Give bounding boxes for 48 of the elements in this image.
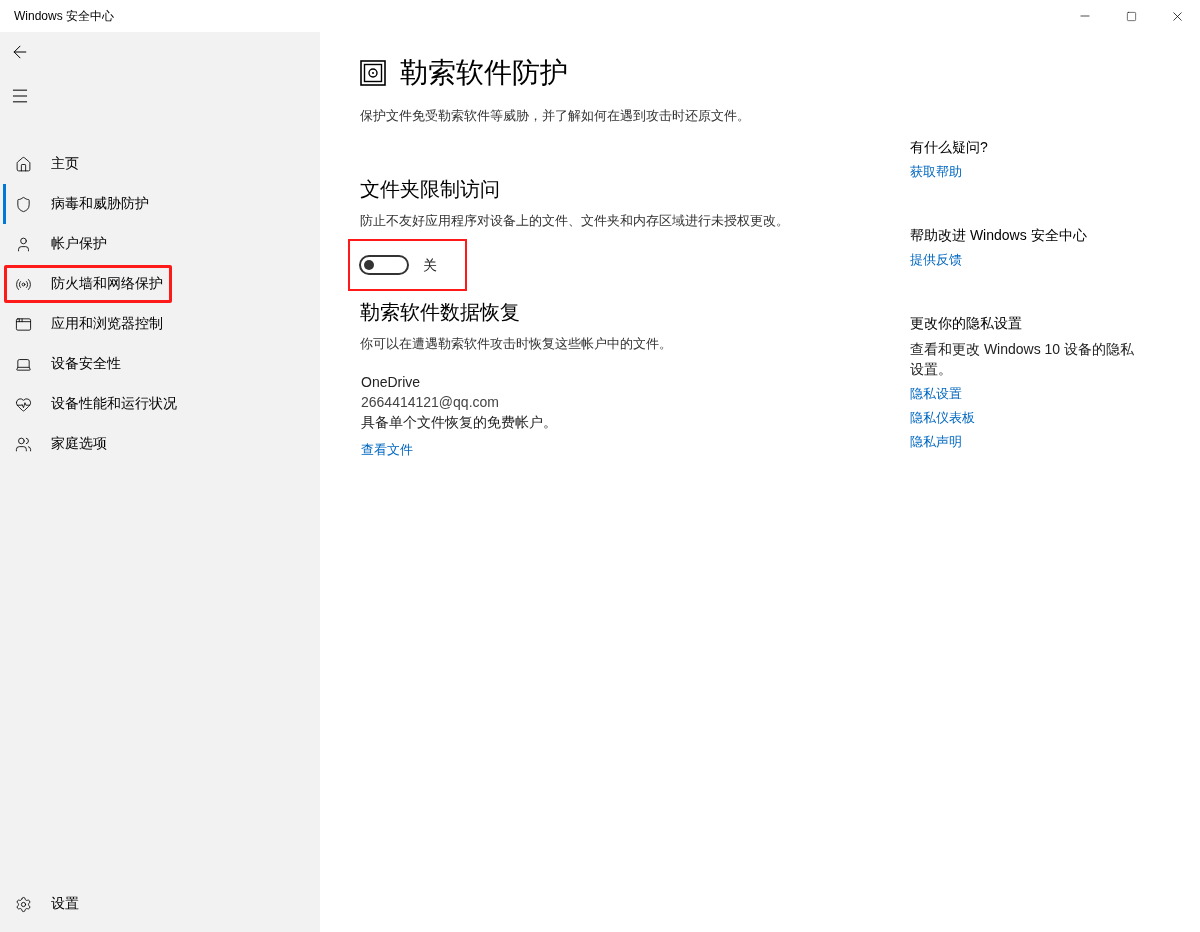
aside-link[interactable]: 隐私仪表板: [910, 409, 975, 427]
section-heading: 文件夹限制访问: [360, 177, 500, 202]
section-description: 你可以在遭遇勒索软件攻击时恢复这些帐户中的文件。: [360, 335, 672, 353]
aside-link[interactable]: 提供反馈: [910, 251, 962, 269]
sidebar-item[interactable]: 病毒和威胁防护: [3, 184, 320, 224]
settings-icon: [15, 895, 32, 913]
toggle-label: 关: [423, 256, 437, 275]
sidebar-label: 应用和浏览器控制: [51, 315, 163, 333]
shield-icon: [15, 195, 32, 213]
sidebar-item[interactable]: 家庭选项: [3, 424, 320, 464]
sidebar-label: 病毒和威胁防护: [51, 195, 149, 213]
account-plan: 具备单个文件恢复的免费帐户。: [361, 413, 557, 432]
aside-link[interactable]: 隐私设置: [910, 385, 962, 403]
view-files-link[interactable]: 查看文件: [361, 441, 413, 459]
sidebar-label: 帐户保护: [51, 235, 107, 253]
aside-link[interactable]: 获取帮助: [910, 163, 962, 181]
people-icon: [15, 435, 32, 453]
aside-heading: 更改你的隐私设置: [910, 314, 1022, 333]
settings-item[interactable]: 设置: [3, 884, 320, 924]
sidebar-label: 主页: [51, 155, 79, 173]
aside-text: 查看和更改 Windows 10 设备的隐私设置。: [910, 340, 1136, 379]
page-description: 保护文件免受勒索软件等威胁，并了解如何在遇到攻击时还原文件。: [360, 107, 751, 125]
sidebar-item[interactable]: 帐户保护: [3, 224, 320, 264]
window-icon: [15, 315, 32, 333]
maximize-icon: [1125, 10, 1137, 22]
person-icon: [15, 235, 32, 253]
sidebar-label: 设备安全性: [51, 355, 121, 373]
account-provider: OneDrive: [361, 373, 421, 392]
sidebar-item[interactable]: 主页: [3, 144, 320, 184]
sidebar-label: 设置: [51, 895, 79, 913]
page-title: 勒索软件防护: [400, 56, 568, 90]
home-icon: [15, 155, 32, 173]
sidebar-item[interactable]: 设备安全性: [3, 344, 320, 384]
sidebar-item[interactable]: 应用和浏览器控制: [3, 304, 320, 344]
sidebar-label: 设备性能和运行状况: [51, 395, 177, 413]
safe-icon: [360, 60, 386, 86]
aside-link[interactable]: 隐私声明: [910, 433, 962, 451]
heart-icon: [15, 395, 32, 413]
toggle-switch[interactable]: [359, 255, 409, 275]
account-email: 2664414121@qq.com: [361, 393, 499, 412]
section-heading: 勒索软件数据恢复: [360, 300, 520, 325]
aside-heading: 有什么疑问?: [910, 138, 988, 157]
window-title: Windows 安全中心: [14, 7, 114, 25]
sidebar-item[interactable]: 设备性能和运行状况: [3, 384, 320, 424]
aside-heading: 帮助改进 Windows 安全中心: [910, 226, 1087, 245]
sidebar-label: 防火墙和网络保护: [51, 275, 163, 293]
sidebar-label: 家庭选项: [51, 435, 107, 453]
section-description: 防止不友好应用程序对设备上的文件、文件夹和内存区域进行未授权更改。: [360, 212, 789, 230]
